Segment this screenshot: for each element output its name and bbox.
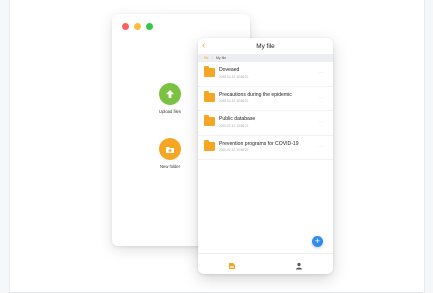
- breadcrumb-item-file[interactable]: file: [204, 56, 209, 60]
- file-name: Prevention programs for COVID-19: [219, 140, 299, 147]
- new-folder-circle: [159, 138, 181, 160]
- file-tab-icon: [228, 263, 235, 269]
- file-date: 2020-02-12 10:56:21: [219, 99, 249, 103]
- breadcrumb: file › My file: [198, 54, 333, 62]
- new-folder-label: New folder: [159, 164, 180, 169]
- page-title: My file: [256, 43, 275, 50]
- list-item[interactable]: Public database 2020-02-12 10:56:21 ⋯: [198, 111, 333, 136]
- add-button[interactable]: +: [312, 236, 323, 247]
- tab-file[interactable]: file: [198, 254, 266, 274]
- file-name: Precautions during the epidemic: [219, 91, 292, 98]
- breadcrumb-item-my-file: My file: [215, 56, 227, 60]
- file-name: Doveaed: [219, 67, 240, 73]
- more-options-icon[interactable]: ⋯: [319, 144, 324, 150]
- upload-files-label: Upload files: [159, 109, 181, 114]
- close-window-button[interactable]: [122, 23, 129, 30]
- folder-icon: [204, 139, 215, 151]
- tab-my[interactable]: My: [266, 254, 334, 274]
- file-list: Doveaed 2020-02-12 10:56:21 ⋯ Precaution…: [198, 62, 333, 160]
- minimize-window-button[interactable]: [134, 23, 141, 30]
- arrow-up-icon: [166, 90, 174, 98]
- file-date: 2020-02-12 10:56:21: [219, 74, 249, 79]
- list-item[interactable]: Doveaed 2020-02-12 10:56:21 ⋯: [198, 62, 333, 87]
- file-name: Public database: [219, 116, 256, 122]
- folder-icon: [204, 115, 215, 126]
- traffic-lights: [122, 23, 153, 30]
- maximize-window-button[interactable]: [146, 23, 153, 30]
- file-date: 2020-02-12 10:56:21: [219, 123, 249, 128]
- upload-circle: [159, 83, 181, 105]
- folder-icon: [204, 90, 215, 102]
- more-options-icon[interactable]: ⋯: [319, 119, 324, 125]
- list-item[interactable]: Prevention programs for COVID-19 2020-02…: [198, 136, 333, 160]
- breadcrumb-separator-icon: ›: [211, 56, 213, 60]
- tab-bar: file My: [198, 253, 333, 274]
- user-icon: [296, 262, 303, 270]
- mobile-app-window: ‹ My file file › My file Doveaed 2020-02…: [198, 38, 333, 274]
- upload-files-button[interactable]: Upload files: [150, 83, 190, 114]
- more-options-icon[interactable]: ⋯: [319, 95, 324, 101]
- new-folder-button[interactable]: New folder: [150, 138, 190, 169]
- folder-icon: [204, 66, 215, 77]
- nav-bar: ‹ My file: [198, 38, 333, 54]
- more-options-icon[interactable]: ⋯: [319, 70, 324, 76]
- list-item[interactable]: Precautions during the epidemic 2020-02-…: [198, 87, 333, 111]
- file-date: 2020-02-12 10:56:21: [219, 148, 249, 152]
- folder-add-icon: [166, 146, 174, 153]
